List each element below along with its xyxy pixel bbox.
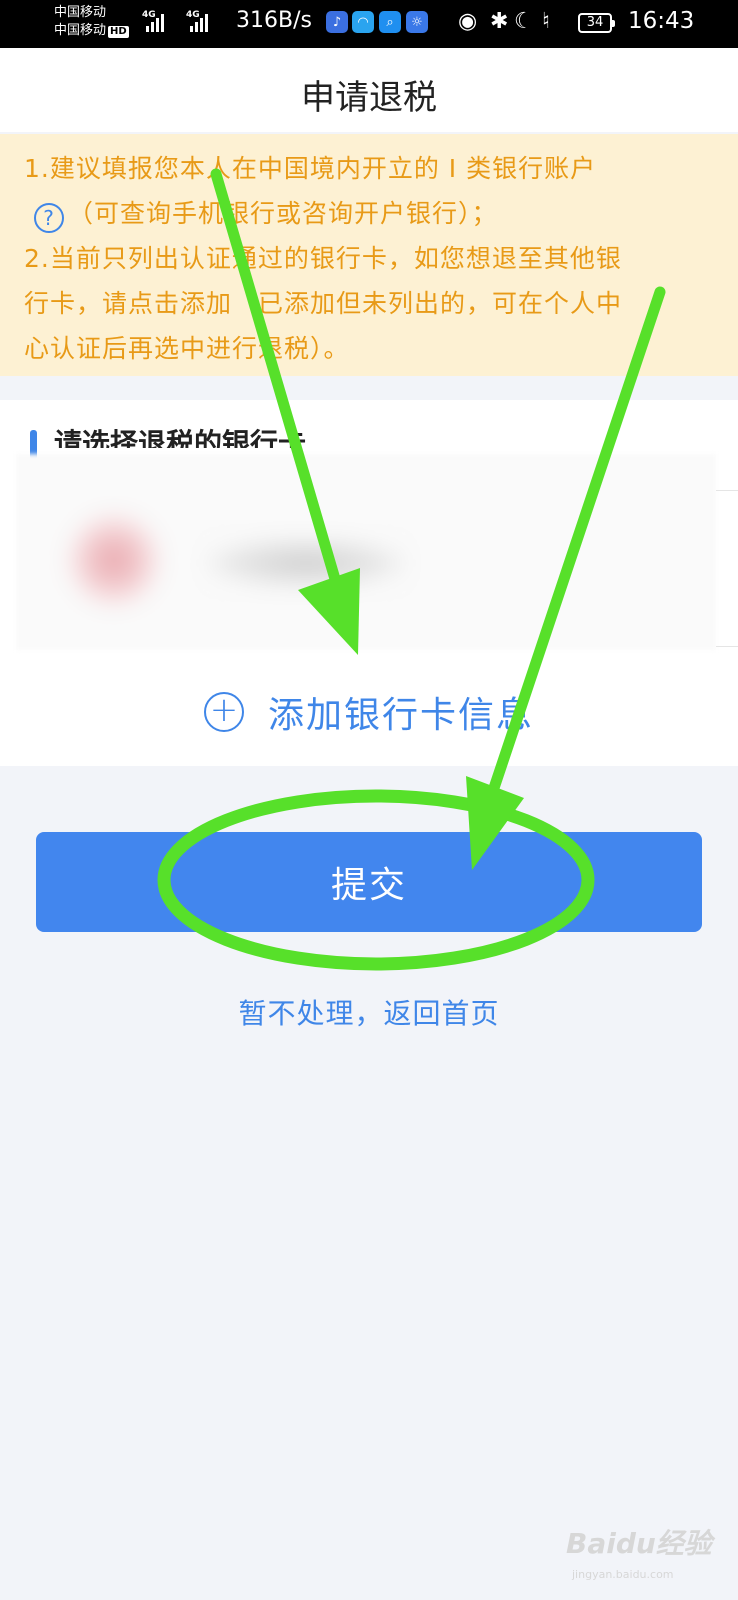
bulb-app-icon: ☼: [406, 11, 428, 33]
bank-card-item[interactable]: [16, 454, 716, 650]
divider: [716, 490, 738, 491]
page-header: 申请退税: [0, 48, 738, 132]
status-bar: 中国移动 中国移动 HD 4G 4G 316B/s ♪ ◠ ⌕ ☼ ◉ ✱ ☾ ♮…: [0, 0, 738, 48]
clock: 16:43: [628, 8, 695, 34]
back-home-link[interactable]: 暂不处理，返回首页: [0, 992, 738, 1032]
signal-icon-2: 4G: [186, 10, 208, 32]
notice-line-1: 1.建议填报您本人在中国境内开立的 I 类银行账户: [24, 154, 597, 183]
mute-bell-icon: ♮: [542, 9, 550, 34]
notice-banner: 1.建议填报您本人在中国境内开立的 I 类银行账户 ? （可查询手机银行或咨询开户…: [0, 134, 738, 376]
carrier-info: 中国移动 中国移动 HD: [54, 4, 129, 40]
submit-button[interactable]: 提交: [36, 832, 702, 932]
notice-line-5: 心认证后再选中进行退税）。: [24, 334, 350, 363]
carrier-name-2: 中国移动: [54, 23, 107, 38]
notice-line-4: 行卡，请点击添加（已添加但未列出的，可在个人中: [24, 289, 623, 318]
eye-icon: ◉: [458, 9, 478, 34]
network-type: 4G: [142, 10, 156, 20]
battery-icon: 34: [578, 13, 615, 33]
notice-line-3: 2.当前只列出认证通过的银行卡，如您想退至其他银: [24, 244, 622, 273]
baidu-watermark-url: jingyan.baidu.com: [572, 1568, 674, 1581]
net-speed: 316B/s: [236, 8, 312, 33]
moon-icon: ☾: [514, 9, 534, 34]
notice-line-2: （可查询手机银行或咨询开户银行）；: [68, 199, 498, 228]
divider: [716, 646, 738, 647]
bank-card-info: [206, 538, 406, 588]
music-app-icon: ♪: [326, 11, 348, 33]
plus-circle-icon: +: [203, 692, 244, 732]
signal-icon: 4G: [142, 10, 164, 32]
page-title: 申请退税: [301, 78, 437, 118]
add-bank-card-button[interactable]: + 添加银行卡信息: [0, 670, 738, 754]
network-type-2: 4G: [186, 10, 200, 20]
bank-card-section: 请选择退税的银行卡 + 添加银行卡信息: [0, 400, 738, 766]
browser-app-icon: ◠: [352, 11, 374, 33]
add-bank-card-label: 添加银行卡信息: [267, 695, 534, 736]
baidu-watermark: Baidu经验: [566, 1527, 712, 1560]
section-title: 请选择退税的银行卡: [54, 427, 307, 448]
bank-logo-icon: [66, 512, 162, 608]
carrier-name-1: 中国移动: [54, 5, 107, 20]
bluetooth-icon: ✱: [490, 9, 509, 34]
search-app-icon: ⌕: [379, 11, 401, 33]
hd-badge: HD: [108, 26, 129, 38]
help-icon[interactable]: ?: [34, 203, 64, 233]
